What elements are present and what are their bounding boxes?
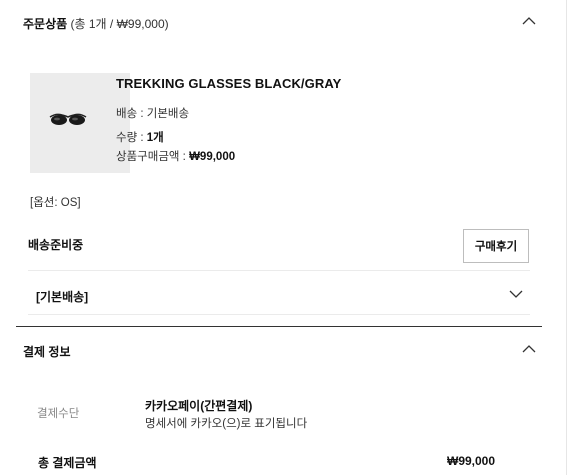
divider	[28, 270, 530, 271]
shipping-group-label[interactable]: [기본배송]	[36, 288, 88, 305]
product-thumbnail[interactable]	[30, 73, 130, 173]
total-payment-amount: ₩99,000	[447, 454, 496, 468]
product-name[interactable]: TREKKING GLASSES BLACK/GRAY	[116, 76, 341, 91]
total-payment-label: 총 결제금액	[38, 456, 97, 470]
product-price: 상품구매금액 : ₩99,000	[116, 151, 236, 163]
write-review-button[interactable]: 구매후기	[463, 229, 529, 263]
order-items-summary: (총 1개 / ₩99,000)	[70, 17, 169, 31]
payment-info-title: 결제 정보	[23, 345, 71, 359]
product-shipping: 배송 : 기본배송	[116, 108, 190, 120]
sunglasses-icon	[49, 113, 87, 125]
payment-method-note: 명세서에 카카오(으)로 표기됩니다	[145, 418, 308, 430]
payment-method-value: 카카오페이(간편결제)	[145, 399, 253, 413]
product-quantity: 수량 : 1개	[116, 132, 164, 144]
section-divider	[16, 326, 542, 327]
chevron-up-icon[interactable]	[522, 344, 536, 354]
order-status: 배송준비중	[28, 238, 84, 252]
order-items-header[interactable]: 주문상품 (총 1개 / ₩99,000)	[16, 2, 542, 42]
chevron-up-icon[interactable]	[522, 16, 536, 26]
payment-info-header[interactable]: 결제 정보	[16, 330, 542, 370]
order-items-title: 주문상품 (총 1개 / ₩99,000)	[23, 17, 169, 31]
chevron-down-icon[interactable]	[509, 289, 523, 299]
payment-method-label: 결제수단	[37, 408, 80, 420]
product-option: [옵션: OS]	[30, 197, 81, 209]
divider	[28, 314, 530, 315]
